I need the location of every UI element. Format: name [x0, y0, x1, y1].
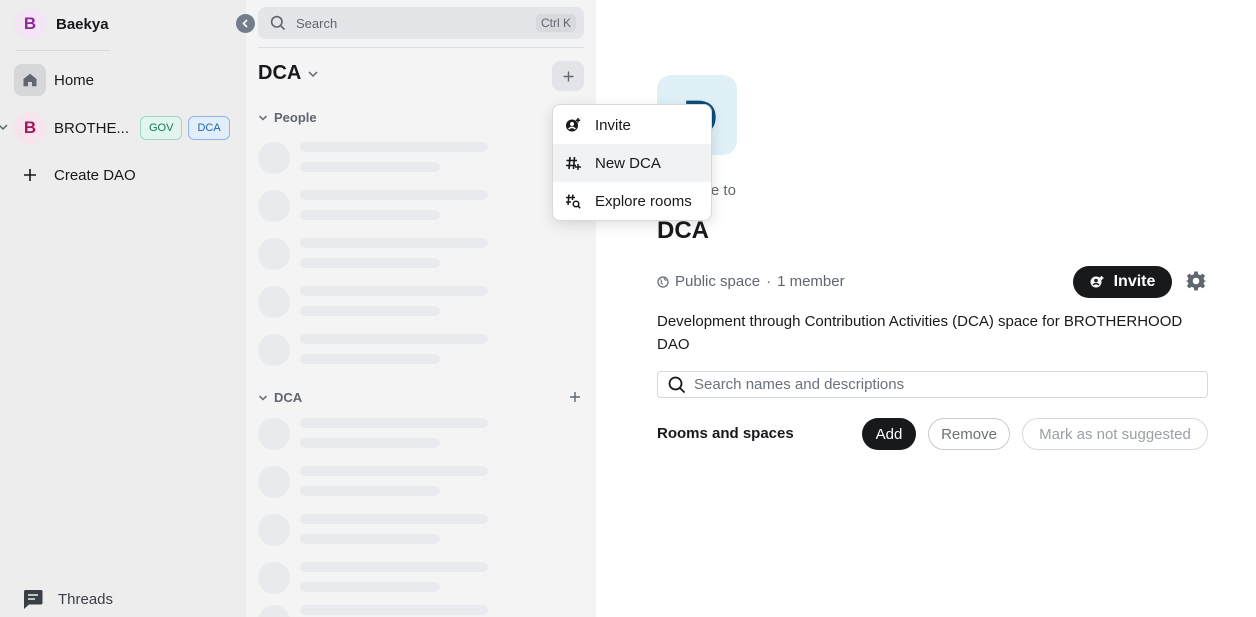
dao-avatar: B	[14, 112, 46, 144]
loading-placeholder	[258, 142, 488, 174]
invite-icon	[1090, 275, 1104, 289]
rooms-heading: Rooms and spaces	[657, 425, 794, 442]
section-header-people[interactable]: People	[258, 110, 317, 125]
space-tag-gov[interactable]: GOV	[140, 116, 183, 140]
add-context-menu: Invite New DCA Explore rooms	[552, 104, 712, 221]
search-icon	[668, 376, 686, 393]
plus-icon	[14, 159, 46, 191]
loading-placeholder	[258, 562, 488, 594]
plus-icon	[563, 71, 573, 81]
section-label: People	[274, 110, 317, 125]
space-title: DCA	[258, 62, 302, 84]
space-meta: Public space · 1 member	[657, 273, 845, 290]
menu-item-new-dca[interactable]: New DCA	[553, 144, 711, 182]
search-input-placeholder: Search names and descriptions	[694, 376, 905, 393]
search-icon	[270, 15, 286, 31]
home-icon	[14, 64, 46, 96]
gear-icon[interactable]	[1185, 270, 1207, 292]
explore-rooms-icon	[565, 193, 581, 209]
chevron-down-icon[interactable]	[0, 121, 8, 133]
room-list-panel: Search Ctrl K DCA People DCA	[246, 0, 596, 617]
remove-button[interactable]: Remove	[928, 418, 1010, 450]
room-search-button[interactable]: Search Ctrl K	[258, 7, 584, 39]
menu-item-label: New DCA	[595, 154, 661, 172]
menu-item-invite[interactable]: Invite	[553, 106, 711, 144]
space-item-brotherhood-dao[interactable]: B BROTHE... GOV DCA	[14, 111, 230, 145]
hash-plus-icon	[565, 155, 581, 171]
room-directory-search[interactable]: Search names and descriptions	[657, 371, 1208, 398]
space-home: D Welcome to DCA Public space · 1 member…	[596, 0, 1256, 617]
create-dao-button[interactable]: Create DAO	[14, 158, 136, 192]
add-room-icon[interactable]	[568, 390, 582, 404]
invite-icon	[565, 117, 581, 133]
loading-placeholder	[258, 190, 488, 222]
home-label: Home	[54, 71, 95, 89]
space-panel: B Baekya Home B BROTHE... GOV DCA Create…	[0, 0, 246, 617]
threads-label: Threads	[58, 590, 114, 608]
loading-placeholder	[258, 514, 488, 546]
section-header-dca[interactable]: DCA	[258, 390, 302, 405]
chevron-down-icon	[308, 70, 318, 77]
threads-icon	[23, 590, 43, 609]
dao-name: BROTHE...	[54, 119, 130, 137]
keyboard-shortcut: Ctrl K	[536, 14, 576, 32]
divider	[16, 50, 110, 51]
member-count[interactable]: 1 member	[777, 273, 845, 290]
home-button[interactable]: Home	[14, 63, 94, 97]
threads-button[interactable]: Threads	[22, 588, 113, 610]
page-title: DCA	[657, 217, 709, 244]
visibility-label: Public space	[675, 273, 761, 290]
menu-item-label: Explore rooms	[595, 192, 692, 210]
search-placeholder: Search	[296, 15, 338, 31]
loading-placeholder	[258, 286, 488, 318]
loading-placeholder	[258, 238, 488, 270]
section-label: DCA	[274, 390, 303, 405]
menu-item-explore-rooms[interactable]: Explore rooms	[553, 182, 711, 220]
app-window: B Baekya Home B BROTHE... GOV DCA Create…	[0, 0, 1256, 617]
loading-placeholder	[258, 605, 488, 617]
add-room-button[interactable]	[552, 61, 584, 91]
loading-placeholder	[258, 418, 488, 450]
add-button[interactable]: Add	[862, 418, 916, 450]
space-tag-dca[interactable]: DCA	[188, 116, 230, 140]
invite-button[interactable]: Invite	[1073, 266, 1172, 298]
divider	[258, 47, 584, 48]
globe-icon	[657, 275, 669, 288]
create-dao-label: Create DAO	[54, 166, 136, 184]
separator: ·	[766, 273, 772, 290]
space-title-dropdown[interactable]: DCA	[258, 62, 319, 85]
menu-item-label: Invite	[595, 116, 631, 134]
user-menu[interactable]: B Baekya	[14, 8, 109, 40]
mark-not-suggested-button[interactable]: Mark as not suggested	[1022, 418, 1208, 450]
invite-label: Invite	[1113, 273, 1156, 290]
chevron-down-icon	[258, 394, 268, 401]
chevron-down-icon	[258, 114, 268, 121]
user-name: Baekya	[56, 15, 109, 33]
loading-placeholder	[258, 466, 488, 498]
chevron-left-icon	[242, 19, 248, 28]
user-avatar: B	[14, 8, 46, 40]
loading-placeholder	[258, 334, 488, 366]
collapse-sidebar-button[interactable]	[236, 14, 255, 33]
space-description: Development through Contribution Activit…	[657, 313, 1183, 353]
